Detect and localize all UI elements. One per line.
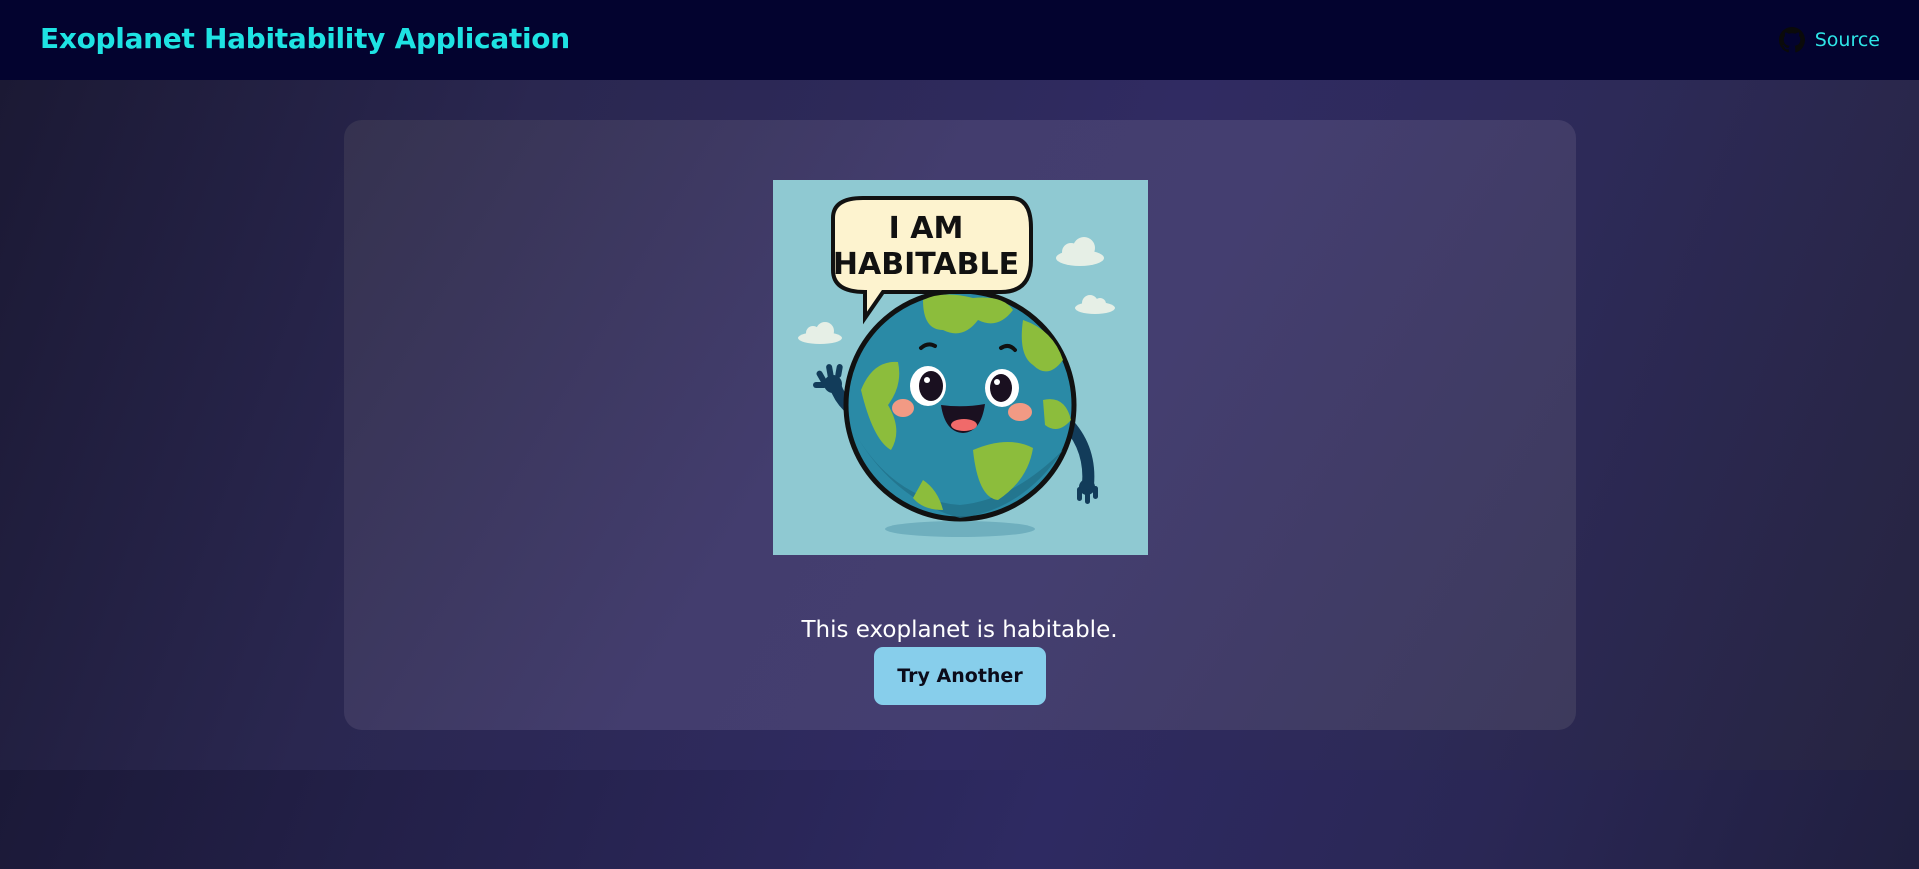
github-icon <box>1778 27 1805 53</box>
try-another-button[interactable]: Try Another <box>874 647 1046 705</box>
app-title: Exoplanet Habitability Application <box>40 22 570 55</box>
source-link[interactable]: Source <box>1778 27 1880 53</box>
top-navbar: Exoplanet Habitability Application Sourc… <box>0 0 1919 80</box>
source-label: Source <box>1814 29 1880 51</box>
habitable-earth-image: I AM HABITABLE <box>773 180 1148 555</box>
bubble-line-1: I AM <box>889 211 964 246</box>
bubble-line-2: HABITABLE <box>833 247 1019 282</box>
result-message: This exoplanet is habitable. <box>801 617 1118 643</box>
